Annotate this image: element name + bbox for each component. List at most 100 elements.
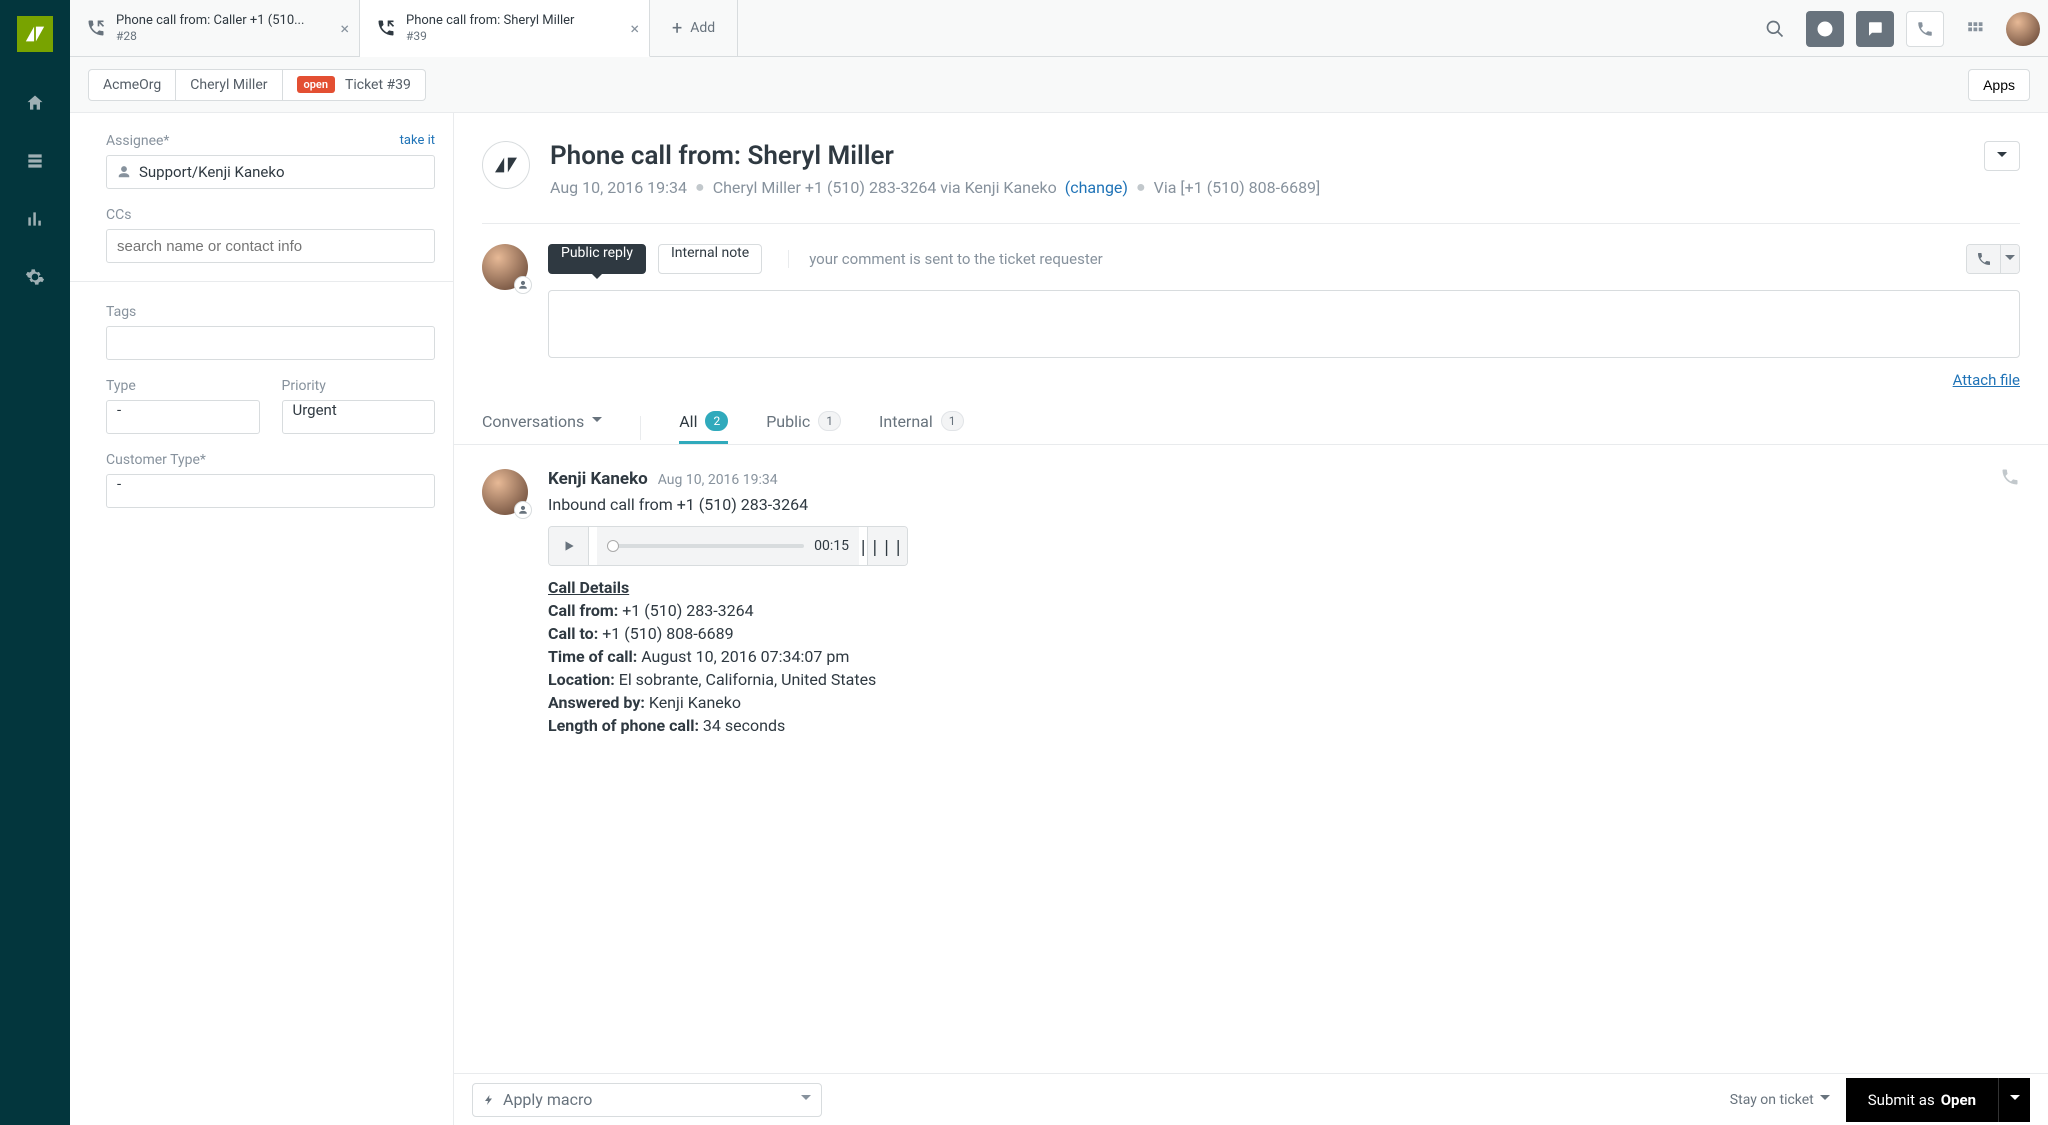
add-tab-button[interactable]: + Add	[650, 0, 738, 56]
nav-views[interactable]	[0, 132, 70, 190]
assignee-label: Assignee*	[106, 133, 169, 149]
stay-on-ticket-dropdown[interactable]: Stay on ticket	[1730, 1091, 1830, 1109]
internal-note-tab[interactable]: Internal note	[658, 244, 762, 274]
change-link[interactable]: (change)	[1065, 178, 1128, 197]
profile-avatar[interactable]	[2006, 12, 2040, 46]
priority-label: Priority	[282, 378, 326, 394]
cc-label: CCs	[106, 207, 131, 223]
value: +1 (510) 283-3264	[622, 601, 753, 620]
attach-file-link[interactable]: Attach file	[1953, 371, 2020, 389]
incoming-call-icon	[86, 18, 106, 38]
apps-button[interactable]: Apps	[1968, 69, 2030, 101]
tags-label: Tags	[106, 304, 136, 320]
ticket-options-dropdown[interactable]	[1984, 141, 2020, 171]
close-icon[interactable]: ×	[630, 19, 639, 38]
call-details-heading: Call Details	[548, 578, 908, 597]
breadcrumb: AcmeOrg Cheryl Miller open Ticket #39	[88, 69, 426, 101]
count-badge: 1	[818, 411, 841, 431]
label: Call from:	[548, 601, 618, 620]
dot-separator: ●	[695, 177, 705, 197]
call-dropdown[interactable]	[1966, 244, 2020, 274]
type-select[interactable]: -	[106, 400, 260, 434]
nav-reports[interactable]	[0, 190, 70, 248]
tags-input[interactable]	[106, 326, 435, 360]
close-icon[interactable]: ×	[340, 19, 349, 38]
count-badge: 2	[705, 411, 728, 431]
tab-public[interactable]: Public 1	[766, 411, 841, 444]
waveform-icon: |||||	[858, 537, 908, 556]
waveform-button[interactable]: |||||	[867, 527, 907, 565]
tab-all[interactable]: All 2	[679, 411, 728, 444]
add-tab-label: Add	[690, 20, 715, 36]
nav-rail	[0, 0, 70, 1125]
seek-slider[interactable]	[607, 544, 804, 548]
submit-button[interactable]: Submit as Open	[1846, 1078, 1998, 1122]
ticket-header: Phone call from: Sheryl Miller Aug 10, 2…	[482, 113, 2020, 224]
tab-sub: #39	[406, 29, 574, 43]
count-badge: 1	[941, 411, 964, 431]
apps-grid-button[interactable]	[1956, 11, 1994, 47]
value: 34 seconds	[703, 716, 785, 735]
tab-ticket-39[interactable]: Phone call from: Sheryl Miller #39 ×	[360, 0, 650, 57]
tab-conversations[interactable]: Conversations	[482, 412, 602, 444]
label: Answered by:	[548, 693, 645, 712]
public-reply-tab[interactable]: Public reply	[548, 244, 646, 274]
phone-button[interactable]	[1906, 11, 1944, 47]
chevron-down-icon	[2010, 1090, 2020, 1109]
dot-separator: ●	[1136, 177, 1146, 197]
label: Call to:	[548, 624, 598, 643]
reply-textarea[interactable]	[548, 290, 2020, 358]
assignee-field[interactable]: Support/Kenji Kaneko	[106, 155, 435, 189]
brand-logo	[17, 16, 53, 52]
value: August 10, 2016 07:34:07 pm	[641, 647, 849, 666]
value: El sobrante, California, United States	[619, 670, 877, 689]
ticket-footer: Apply macro Stay on ticket Submit as Ope…	[454, 1073, 2048, 1125]
breadcrumb-requester[interactable]: Cheryl Miller	[176, 69, 282, 101]
tab-ticket-28[interactable]: Phone call from: Caller +1 (510... #28 ×	[70, 0, 360, 56]
channel-phone-icon	[2000, 467, 2020, 491]
audio-duration: 00:15	[814, 538, 849, 554]
gear-icon	[25, 267, 45, 287]
tab-sub: #28	[116, 29, 304, 43]
breadcrumb-org[interactable]: AcmeOrg	[88, 69, 176, 101]
value: +1 (510) 808-6689	[602, 624, 733, 643]
chat-button[interactable]	[1856, 11, 1894, 47]
nav-home[interactable]	[0, 74, 70, 132]
tab-title: Phone call from: Sheryl Miller	[406, 13, 574, 29]
recent-button[interactable]	[1806, 11, 1844, 47]
tab-internal[interactable]: Internal 1	[879, 411, 964, 444]
conversation-filter-tabs: Conversations All 2 Public 1	[482, 411, 2020, 444]
views-icon	[25, 151, 45, 171]
ticket-requester-via: Cheryl Miller +1 (510) 283-3264 via Kenj…	[713, 178, 1057, 197]
agent-badge-icon	[514, 501, 532, 519]
divider	[640, 416, 641, 440]
chevron-down-icon	[801, 1090, 811, 1109]
ticket-timestamp: Aug 10, 2016 19:34	[550, 178, 687, 197]
chevron-down-icon	[1997, 147, 2007, 166]
nav-admin[interactable]	[0, 248, 70, 306]
search-button[interactable]	[1756, 11, 1794, 47]
chevron-down-icon	[1820, 1091, 1830, 1109]
cc-input[interactable]	[106, 229, 435, 263]
customer-type-select[interactable]: -	[106, 474, 435, 508]
event-time: Aug 10, 2016 19:34	[658, 472, 778, 488]
agent-avatar	[482, 469, 528, 515]
submit-dropdown[interactable]	[1998, 1078, 2030, 1122]
label: Location:	[548, 670, 615, 689]
play-button[interactable]	[549, 527, 589, 565]
plus-icon: +	[672, 18, 682, 39]
take-it-link[interactable]: take it	[400, 133, 435, 149]
customer-type-label: Customer Type*	[106, 452, 206, 468]
ticket-via-number: Via [+1 (510) 808-6689]	[1154, 178, 1321, 197]
audio-player: 00:15 |||||	[548, 526, 908, 566]
chevron-down-icon	[2005, 250, 2015, 269]
bolt-icon	[483, 1093, 495, 1107]
apply-macro-dropdown[interactable]: Apply macro	[472, 1083, 822, 1117]
reply-hint: your comment is sent to the ticket reque…	[788, 250, 1103, 268]
breadcrumb-ticket[interactable]: open Ticket #39	[283, 69, 426, 101]
breadcrumb-ticket-label: Ticket #39	[345, 77, 411, 93]
play-icon	[562, 539, 576, 553]
label: Length of phone call:	[548, 716, 699, 735]
priority-select[interactable]: Urgent	[282, 400, 436, 434]
status-badge: open	[297, 76, 335, 93]
